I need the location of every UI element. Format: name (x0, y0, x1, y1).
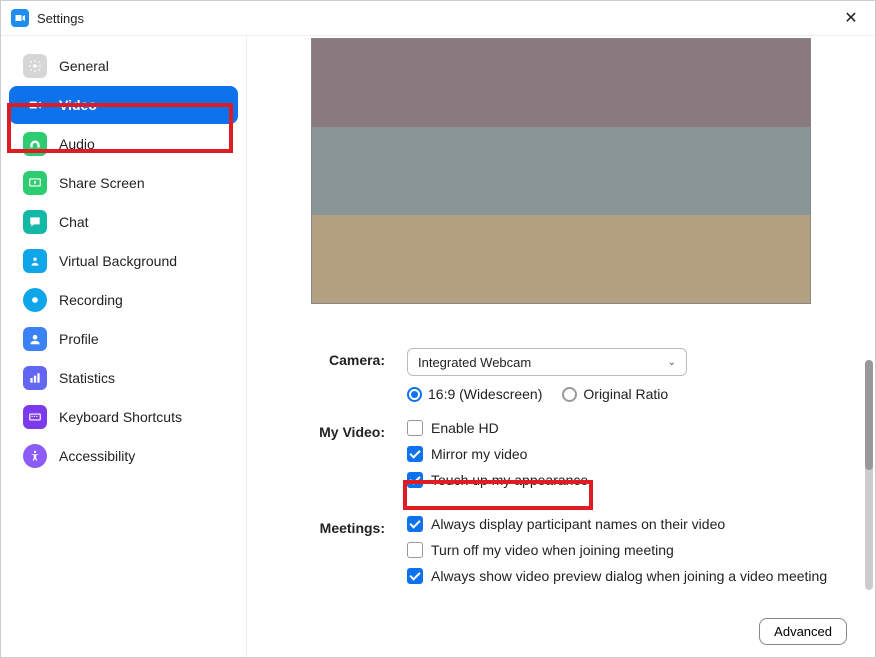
gear-icon (23, 54, 47, 78)
sidebar-item-label: Accessibility (59, 448, 135, 464)
sidebar-item-label: Keyboard Shortcuts (59, 409, 182, 425)
sidebar-item-label: Chat (59, 214, 89, 230)
sidebar-item-virtual-background[interactable]: Virtual Background (9, 242, 238, 280)
content: General Video Audio Share Screen (1, 36, 875, 657)
sidebar-item-statistics[interactable]: Statistics (9, 359, 238, 397)
row-my-video: My Video: Enable HD Mirror my video T (271, 420, 851, 498)
scrollbar[interactable] (865, 360, 873, 590)
sidebar-item-general[interactable]: General (9, 47, 238, 85)
chat-icon (23, 210, 47, 234)
sidebar-item-video[interactable]: Video (9, 86, 238, 124)
checkbox-icon (407, 542, 423, 558)
aspect-original-radio[interactable]: Original Ratio (562, 386, 668, 402)
chevron-down-icon: ⌄ (668, 357, 676, 368)
sidebar-item-label: Recording (59, 292, 123, 308)
radio-label: 16:9 (Widescreen) (428, 386, 542, 402)
mirror-video-checkbox[interactable]: Mirror my video (407, 446, 851, 462)
advanced-button[interactable]: Advanced (759, 618, 847, 645)
radio-circle-icon (562, 387, 577, 402)
preview-stripe (312, 215, 810, 303)
close-icon: ✕ (844, 8, 857, 28)
video-preview (311, 38, 811, 304)
main-panel: Camera: Integrated Webcam ⌄ 16:9 (Widesc… (247, 36, 875, 657)
checkbox-label: Mirror my video (431, 446, 527, 462)
sidebar-item-label: Video (59, 97, 97, 113)
my-video-label: My Video: (271, 420, 407, 498)
titlebar: Settings ✕ (1, 1, 875, 36)
statistics-icon (23, 366, 47, 390)
row-meetings: Meetings: Always display participant nam… (271, 516, 851, 594)
settings-window: Settings ✕ General Video (0, 0, 876, 658)
sidebar-item-chat[interactable]: Chat (9, 203, 238, 241)
checkbox-icon (407, 446, 423, 462)
radio-label: Original Ratio (583, 386, 668, 402)
radio-circle-icon (407, 387, 422, 402)
virtual-background-icon (23, 249, 47, 273)
enable-hd-checkbox[interactable]: Enable HD (407, 420, 851, 436)
app-icon (11, 9, 29, 27)
recording-icon (23, 288, 47, 312)
sidebar-item-audio[interactable]: Audio (9, 125, 238, 163)
checkbox-label: Touch up my appearance (431, 472, 588, 488)
meetings-label: Meetings: (271, 516, 407, 594)
display-names-checkbox[interactable]: Always display participant names on thei… (407, 516, 851, 532)
checkbox-icon (407, 516, 423, 532)
sidebar-item-label: Statistics (59, 370, 115, 386)
audio-icon (23, 132, 47, 156)
sidebar-item-label: Share Screen (59, 175, 145, 191)
aspect-widescreen-radio[interactable]: 16:9 (Widescreen) (407, 386, 542, 402)
video-icon (23, 93, 47, 117)
sidebar-item-profile[interactable]: Profile (9, 320, 238, 358)
checkbox-label: Always show video preview dialog when jo… (431, 568, 827, 584)
camera-select[interactable]: Integrated Webcam ⌄ (407, 348, 687, 376)
sidebar-item-accessibility[interactable]: Accessibility (9, 437, 238, 475)
sidebar-item-label: Profile (59, 331, 99, 347)
profile-icon (23, 327, 47, 351)
sidebar-item-label: Virtual Background (59, 253, 177, 269)
checkbox-icon (407, 420, 423, 436)
camera-selected-value: Integrated Webcam (418, 355, 531, 370)
sidebar-item-label: Audio (59, 136, 95, 152)
share-screen-icon (23, 171, 47, 195)
accessibility-icon (23, 444, 47, 468)
checkbox-icon (407, 472, 423, 488)
video-preview-dialog-checkbox[interactable]: Always show video preview dialog when jo… (407, 568, 851, 584)
sidebar-item-share-screen[interactable]: Share Screen (9, 164, 238, 202)
keyboard-icon (23, 405, 47, 429)
checkbox-label: Turn off my video when joining meeting (431, 542, 674, 558)
checkbox-icon (407, 568, 423, 584)
close-button[interactable]: ✕ (837, 7, 865, 29)
preview-stripe (312, 39, 810, 127)
checkbox-label: Enable HD (431, 420, 499, 436)
sidebar-item-label: General (59, 58, 109, 74)
preview-stripe (312, 127, 810, 215)
checkbox-label: Always display participant names on thei… (431, 516, 725, 532)
row-camera: Camera: Integrated Webcam ⌄ 16:9 (Widesc… (271, 348, 851, 402)
sidebar-item-recording[interactable]: Recording (9, 281, 238, 319)
touch-up-appearance-checkbox[interactable]: Touch up my appearance (407, 472, 851, 488)
form-area: Camera: Integrated Webcam ⌄ 16:9 (Widesc… (271, 348, 851, 612)
sidebar: General Video Audio Share Screen (1, 36, 247, 657)
sidebar-item-keyboard-shortcuts[interactable]: Keyboard Shortcuts (9, 398, 238, 436)
camera-label: Camera: (271, 348, 407, 402)
window-title: Settings (37, 11, 84, 26)
turn-off-video-checkbox[interactable]: Turn off my video when joining meeting (407, 542, 851, 558)
footer: Advanced (271, 612, 851, 645)
scrollbar-thumb[interactable] (865, 360, 873, 470)
